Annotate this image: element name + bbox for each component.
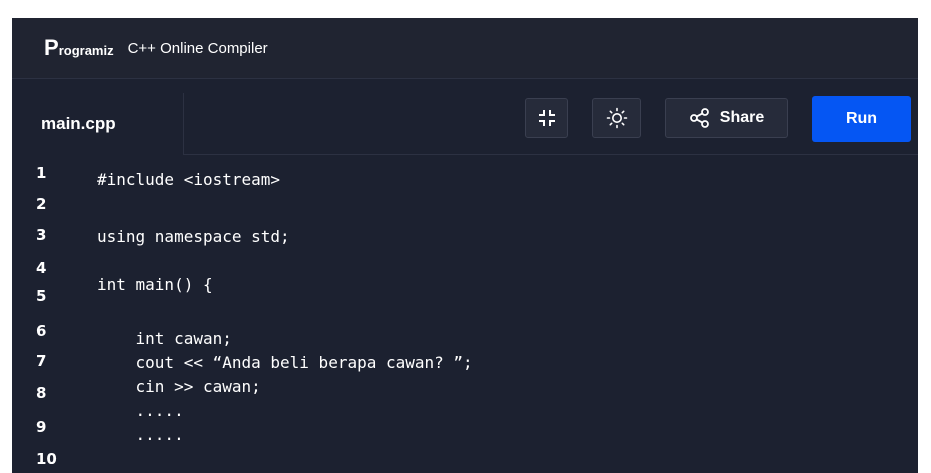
- tab-main-cpp[interactable]: main.cpp: [12, 93, 184, 155]
- line-number: 3: [36, 226, 47, 244]
- line-number: 7: [36, 352, 47, 370]
- code-line: using namespace std;: [97, 227, 290, 246]
- app-title: C++ Online Compiler: [127, 39, 268, 57]
- share-button[interactable]: Share: [665, 98, 788, 138]
- code-editor[interactable]: 1 2 3 4 5 6 7 8 9 10 #include <iostream>…: [12, 155, 918, 473]
- top-header: Programiz C++ Online Compiler: [12, 18, 918, 78]
- line-number-gutter: 1 2 3 4 5 6 7 8 9 10: [12, 155, 72, 473]
- code-line: int main() {: [97, 275, 213, 294]
- logo-text: rogramiz: [58, 43, 114, 58]
- line-number: 1: [36, 164, 47, 182]
- sun-icon: [606, 107, 627, 129]
- line-number: 8: [36, 384, 47, 402]
- programiz-logo[interactable]: Programiz: [44, 37, 114, 59]
- code-line: .....: [97, 401, 184, 420]
- editor-toolbar: main.cpp Share Run: [12, 79, 918, 155]
- run-label: Run: [845, 110, 878, 127]
- line-number: 4: [36, 259, 47, 277]
- code-line: #include <iostream>: [97, 170, 281, 189]
- line-number: 2: [36, 195, 47, 213]
- line-number: 6: [36, 322, 47, 340]
- line-number: 10: [36, 450, 57, 468]
- share-icon: [689, 108, 709, 128]
- run-button[interactable]: Run: [812, 96, 911, 142]
- logo-mark: P: [44, 35, 59, 60]
- line-number: 9: [36, 418, 47, 436]
- code-line: int cawan;: [97, 329, 232, 348]
- compiler-window: Programiz C++ Online Compiler main.cpp S…: [12, 18, 918, 473]
- code-line: cout << “Anda beli berapa cawan? ”;: [97, 353, 473, 372]
- code-line: .....: [97, 425, 184, 444]
- line-number: 5: [36, 287, 47, 305]
- theme-toggle-button[interactable]: [592, 98, 641, 138]
- collapse-icon: [538, 110, 555, 126]
- collapse-button[interactable]: [525, 98, 568, 138]
- code-line: cin >> cawan;: [97, 377, 261, 396]
- share-label: Share: [719, 109, 765, 126]
- tab-label: main.cpp: [41, 114, 116, 133]
